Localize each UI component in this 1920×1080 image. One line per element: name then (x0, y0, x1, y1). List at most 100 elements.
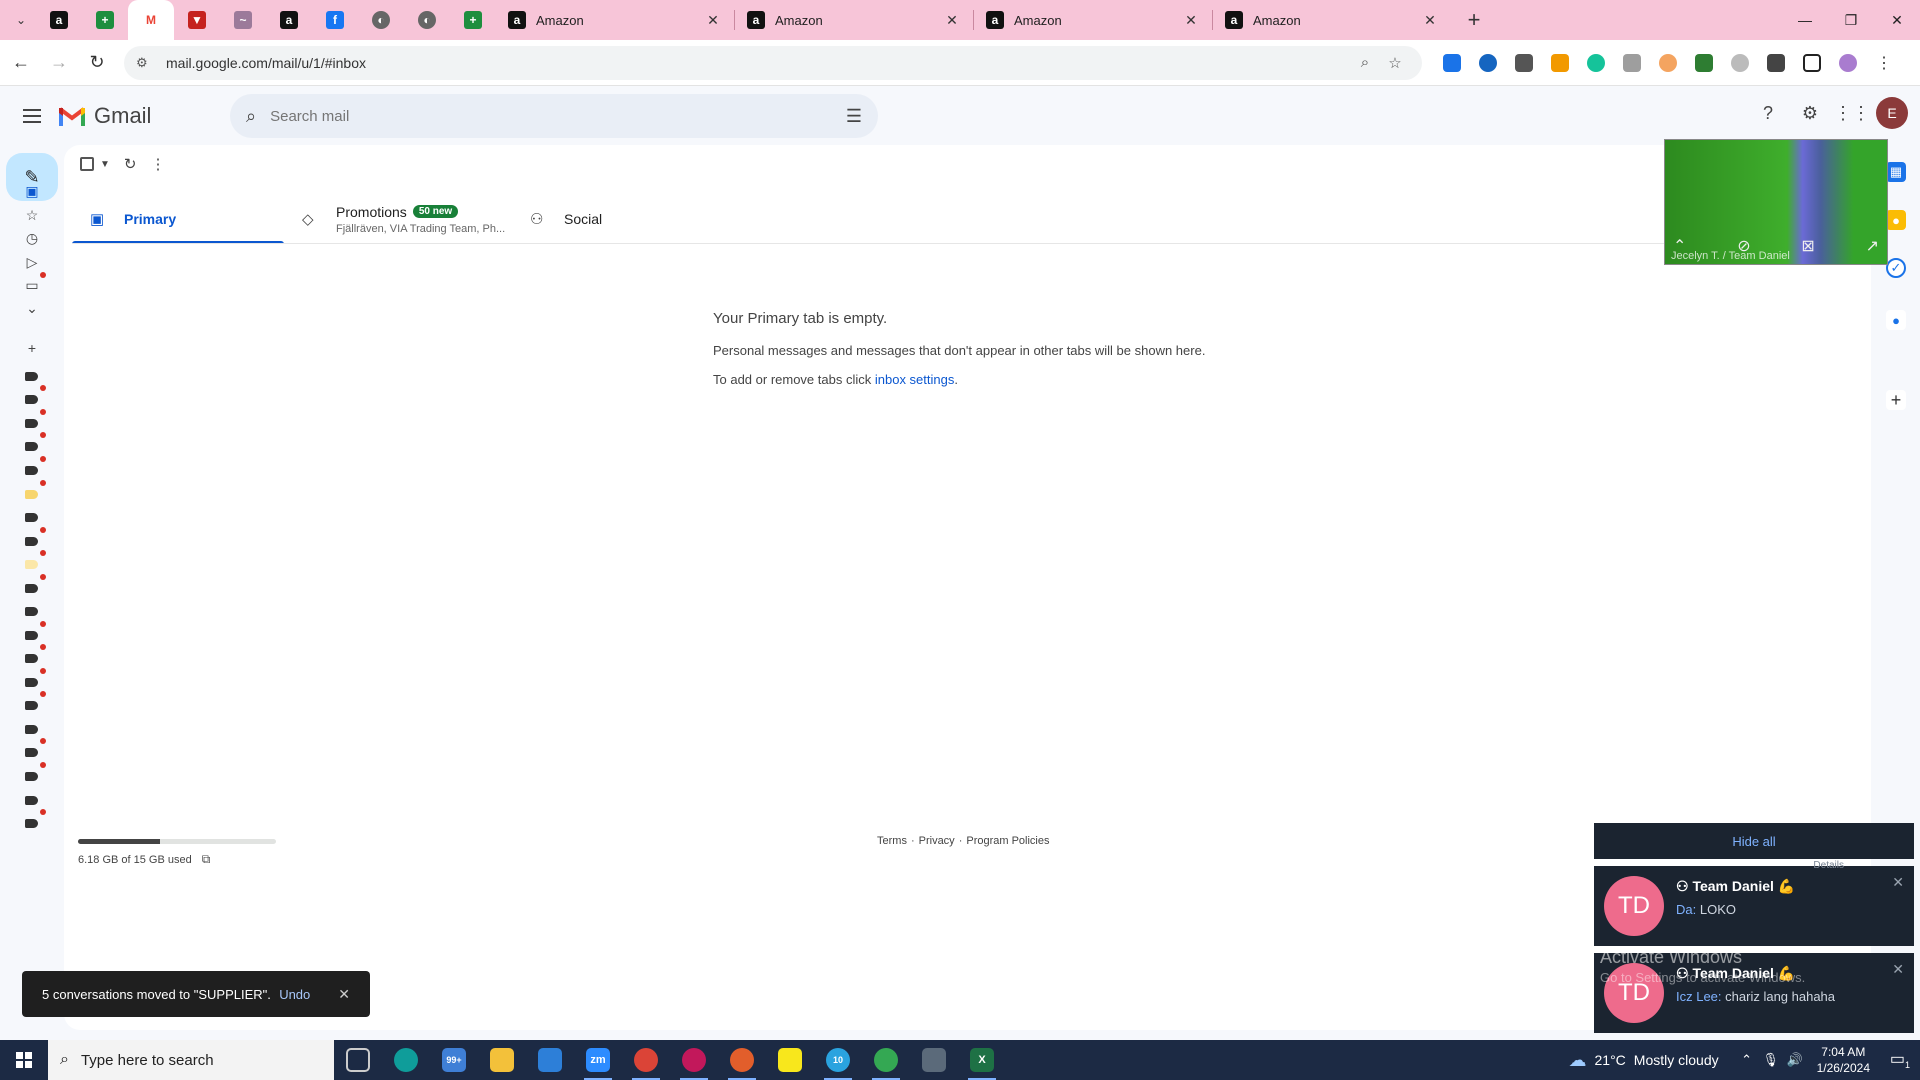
privacy-link[interactable]: Privacy (919, 835, 955, 847)
chevron-up-icon[interactable]: ⌃ (1735, 1052, 1759, 1068)
checkbox-icon[interactable] (80, 157, 94, 171)
account-avatar[interactable]: E (1876, 97, 1908, 129)
pinned-tab[interactable]: + (82, 0, 128, 40)
address-bar[interactable]: ⚙ mail.google.com/mail/u/1/#inbox ⌕ ☆ (124, 45, 1422, 80)
browser-tab[interactable]: a Amazon ✕ (1213, 0, 1451, 40)
reload-icon[interactable]: ↻ (80, 46, 114, 80)
sent-icon[interactable]: ▷ (22, 252, 42, 272)
notification-center-icon[interactable]: ▭1 (1880, 1049, 1920, 1070)
puzzle-icon[interactable] (1758, 46, 1794, 80)
new-tab-button[interactable]: + (1457, 3, 1491, 37)
label-tag-icon[interactable] (25, 560, 38, 569)
browser-tab[interactable]: a Amazon ✕ (974, 0, 1212, 40)
hide-all-button[interactable]: Hide all (1594, 823, 1914, 859)
search-icon[interactable]: ⌕ (246, 106, 256, 127)
profile-icon[interactable] (1830, 46, 1866, 80)
microphone-icon[interactable]: 🎙 (1759, 1052, 1783, 1068)
close-window-icon[interactable]: ✕ (1874, 0, 1920, 40)
more-vert-icon[interactable]: ⋮ (150, 155, 165, 173)
inbox-settings-link[interactable]: inbox settings (875, 372, 955, 387)
chrome-icon[interactable] (862, 1040, 910, 1080)
chrome-icon[interactable] (622, 1040, 670, 1080)
store-icon[interactable] (526, 1040, 574, 1080)
camera-off-icon[interactable]: ⊠ (1801, 236, 1814, 256)
settings-gear-icon[interactable]: ⚙ (1792, 95, 1828, 131)
extension-icon[interactable] (1434, 46, 1470, 80)
terms-link[interactable]: Terms (877, 835, 907, 847)
task-view-icon[interactable] (334, 1040, 382, 1080)
help-icon[interactable]: ? (1750, 95, 1786, 131)
browser-tab[interactable]: a Amazon ✕ (735, 0, 973, 40)
inbox-icon[interactable]: ▣ (22, 181, 42, 201)
label-tag-icon[interactable] (25, 490, 38, 499)
label-tag-icon[interactable] (25, 466, 38, 475)
tab-social[interactable]: ⚇ Social (512, 195, 712, 243)
pinned-tab[interactable]: M (128, 0, 174, 40)
close-icon[interactable]: ✕ (338, 986, 350, 1003)
telegram-icon[interactable]: 10 (814, 1040, 862, 1080)
gmail-logo[interactable]: Gmail (58, 103, 151, 129)
extension-icon[interactable] (1722, 46, 1758, 80)
site-info-icon[interactable]: ⚙ (136, 55, 156, 71)
close-icon[interactable]: ✕ (1182, 12, 1200, 29)
label-tag-icon[interactable] (25, 748, 38, 757)
taskbar-search[interactable]: ⌕ Type here to search (48, 1040, 334, 1080)
apps-grid-icon[interactable]: ⋮⋮ (1834, 95, 1870, 131)
chevron-down-icon[interactable]: ▼ (100, 159, 110, 170)
keep-icon[interactable]: ● (1886, 210, 1906, 230)
zoom-app-icon[interactable]: zm (574, 1040, 622, 1080)
weather-widget[interactable]: ☁ 21°C Mostly cloudy (1569, 1050, 1719, 1071)
label-tag-icon[interactable] (25, 419, 38, 428)
label-tag-icon[interactable] (25, 772, 38, 781)
pinned-tab[interactable]: ▼ (174, 0, 220, 40)
close-icon[interactable]: ✕ (943, 12, 961, 29)
add-addon-icon[interactable]: + (1886, 390, 1906, 410)
open-external-icon[interactable]: ⧉ (202, 852, 211, 867)
details-label[interactable]: Details (1813, 860, 1844, 871)
more-chevron-icon[interactable]: ⌄ (22, 298, 42, 318)
close-icon[interactable]: ✕ (1892, 961, 1904, 978)
pinned-tab[interactable]: ◐ (358, 0, 404, 40)
tab-primary[interactable]: ▣ Primary (72, 195, 284, 244)
tab-promotions[interactable]: ◇ Promotions 50 new Fjällräven, VIA Trad… (284, 195, 512, 243)
url-text[interactable]: mail.google.com/mail/u/1/#inbox (166, 55, 1350, 71)
pinned-tab[interactable]: + (450, 0, 496, 40)
close-icon[interactable]: ✕ (704, 12, 722, 29)
side-panel-icon[interactable] (1794, 46, 1830, 80)
clock[interactable]: 7:04 AM 1/26/2024 (1817, 1044, 1870, 1076)
pinned-tab[interactable]: ◐ (404, 0, 450, 40)
search-options-icon[interactable]: ☰ (846, 106, 862, 127)
excel-icon[interactable]: X (958, 1040, 1006, 1080)
label-tag-icon[interactable] (25, 513, 38, 522)
label-tag-icon[interactable] (25, 372, 38, 381)
minimize-icon[interactable]: — (1782, 0, 1828, 40)
restore-icon[interactable]: ❐ (1828, 0, 1874, 40)
chrome-icon[interactable] (670, 1040, 718, 1080)
create-label-icon[interactable]: + (22, 338, 42, 358)
close-icon[interactable]: ✕ (1421, 12, 1439, 29)
tasks-icon[interactable]: ✓ (1886, 258, 1906, 278)
label-tag-icon[interactable] (25, 796, 38, 805)
zoom-icon[interactable]: ⌕ (1350, 54, 1380, 71)
starred-icon[interactable]: ☆ (22, 205, 42, 225)
main-menu-icon[interactable] (8, 92, 56, 140)
label-tag-icon[interactable] (25, 678, 38, 687)
edge-icon[interactable] (382, 1040, 430, 1080)
sticky-notes-icon[interactable] (766, 1040, 814, 1080)
label-tag-icon[interactable] (25, 701, 38, 710)
snoozed-icon[interactable]: ◷ (22, 228, 42, 248)
extension-icon[interactable] (1614, 46, 1650, 80)
calendar-icon[interactable]: ▦ (1886, 162, 1906, 182)
forward-icon[interactable]: → (42, 46, 76, 80)
search-input[interactable] (270, 107, 846, 125)
mail-app-icon[interactable]: 99+ (430, 1040, 478, 1080)
undo-button[interactable]: Undo (279, 987, 310, 1002)
extension-icon[interactable] (1542, 46, 1578, 80)
video-call-preview[interactable]: ⌃ ⊘ ⊠ ↗ Jecelyn T. / Team Daniel (1664, 139, 1888, 265)
drafts-icon[interactable]: ▭ (22, 275, 42, 295)
extension-icon[interactable] (1470, 46, 1506, 80)
more-vert-icon[interactable]: ⋮ (1866, 46, 1902, 80)
popout-icon[interactable]: ↗ (1866, 236, 1879, 256)
label-tag-icon[interactable] (25, 725, 38, 734)
chrome-icon[interactable] (718, 1040, 766, 1080)
